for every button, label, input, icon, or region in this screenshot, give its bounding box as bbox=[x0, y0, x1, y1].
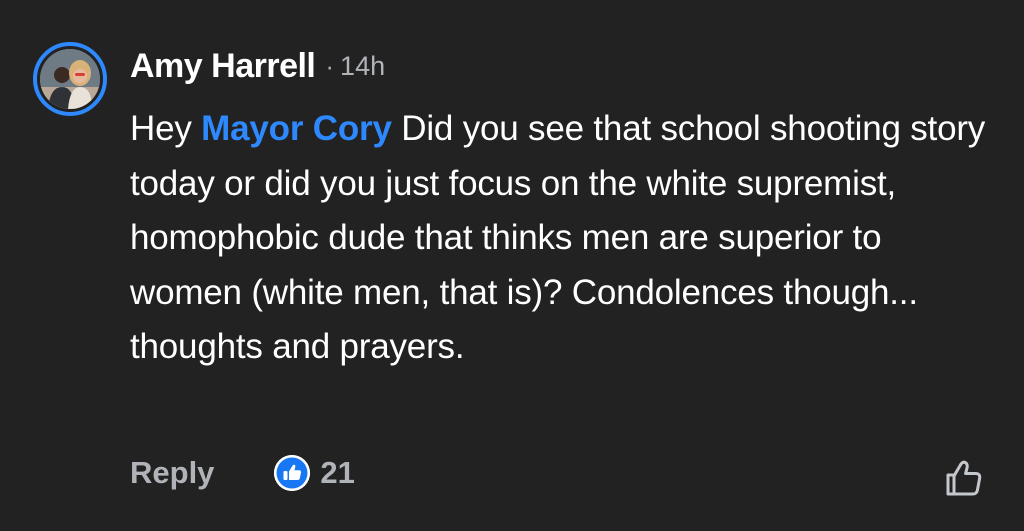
comment-text: Hey Mayor Cory Did you see that school s… bbox=[130, 102, 1000, 375]
comment: Amy Harrell · 14h Hey Mayor Cory Did you… bbox=[0, 0, 1024, 531]
comment-header: Amy Harrell · 14h bbox=[130, 40, 385, 92]
like-button[interactable] bbox=[942, 456, 986, 500]
separator-dot: · bbox=[325, 50, 335, 81]
like-reaction-icon bbox=[274, 455, 311, 491]
comment-actions: Reply 21 bbox=[130, 450, 355, 496]
thumbs-up-outline-icon bbox=[946, 460, 982, 496]
reply-button[interactable]: Reply bbox=[130, 455, 214, 491]
profile-photo-avatar bbox=[40, 49, 100, 109]
comment-text-start: Hey bbox=[130, 109, 202, 148]
mention-link[interactable]: Mayor Cory bbox=[201, 109, 392, 148]
author-name[interactable]: Amy Harrell bbox=[130, 47, 316, 86]
reaction-count: 21 bbox=[320, 455, 355, 490]
reaction-summary[interactable]: 21 bbox=[274, 455, 355, 491]
avatar[interactable] bbox=[33, 42, 107, 116]
timestamp[interactable]: 14h bbox=[340, 51, 385, 82]
